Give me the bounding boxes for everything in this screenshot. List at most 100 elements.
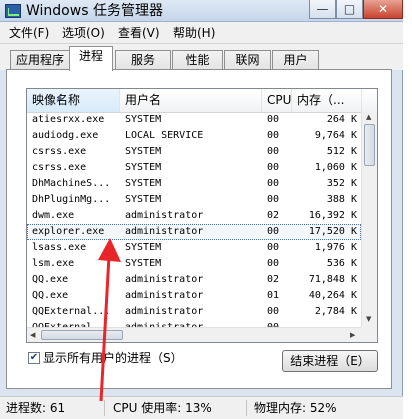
status-divider — [246, 400, 247, 416]
process-name: DhPluginMg... — [32, 194, 111, 205]
menu-file[interactable]: 文件(F) — [9, 25, 49, 41]
process-user: SYSTEM — [125, 258, 162, 269]
maximize-button[interactable]: □ — [336, 0, 363, 19]
process-user: administrator — [125, 210, 204, 221]
scroll-left-icon[interactable]: ◀ — [30, 331, 35, 339]
process-user: SYSTEM — [125, 178, 162, 189]
process-user: SYSTEM — [125, 146, 162, 157]
process-memory: 17,520 K — [308, 226, 357, 237]
process-name: QQ.exe — [32, 274, 69, 285]
process-row[interactable]: QQExternal...administrator00... — [27, 320, 361, 327]
process-name: DhMachineS... — [32, 178, 111, 189]
process-rows: atiesrxx.exe SYSTEM 00 264 K audiodg.exe LOCA… — [27, 112, 361, 327]
status-physical-memory: 物理内存: 52% — [254, 401, 337, 415]
column-header-cpu[interactable]: CPU — [262, 89, 292, 112]
process-user: administrator — [125, 290, 204, 301]
horizontal-scroll-thumb[interactable] — [41, 330, 123, 340]
process-row[interactable]: explorer.exe administrator 00 17,520 K — [27, 224, 361, 240]
menu-options[interactable]: 选项(O) — [62, 25, 105, 41]
minimize-button[interactable]: — — [309, 0, 336, 19]
sort-indicator-icon: ▲ — [57, 93, 63, 101]
process-row[interactable]: csrss.exe SYSTEM 00 512 K — [27, 144, 361, 160]
vertical-scroll-thumb[interactable] — [364, 124, 375, 166]
process-user: SYSTEM — [125, 162, 162, 173]
window-title: Windows 任务管理器 — [26, 3, 163, 19]
process-cpu: 00 — [267, 226, 280, 237]
process-name: audiodg.exe — [32, 130, 99, 141]
status-cpu-usage: CPU 使用率: 13% — [113, 401, 212, 415]
process-row[interactable]: lsass.exe SYSTEM 00 1,976 K — [27, 240, 361, 256]
process-name: csrss.exe — [32, 162, 87, 173]
process-row[interactable]: csrss.exe SYSTEM 00 1,060 K — [27, 160, 361, 176]
horizontal-scrollbar[interactable]: ◀ ▶ — [27, 327, 361, 342]
status-divider — [104, 400, 105, 416]
process-list[interactable]: ▲ 映像名称 用户名 CPU 内存（... atiesrxx.exe SYSTEM… — [26, 88, 378, 343]
tab-services[interactable]: 服务 — [115, 50, 171, 70]
process-name: QQExternal... — [32, 320, 122, 327]
menu-view[interactable]: 查看(V) — [118, 25, 160, 41]
process-cpu: 00 — [267, 114, 280, 125]
vertical-scrollbar[interactable]: ▲ ▼ — [361, 112, 377, 327]
tab-performance[interactable]: 性能 — [172, 50, 223, 70]
tab-processes[interactable]: 进程 — [69, 46, 113, 71]
scroll-down-icon[interactable]: ▼ — [366, 315, 371, 323]
process-memory: 352 K — [326, 178, 357, 189]
scrollbar-corner — [361, 327, 377, 342]
process-row[interactable]: atiesrxx.exe SYSTEM 00 264 K — [27, 112, 361, 128]
process-user: administrator — [125, 320, 265, 327]
process-cpu: 00 — [267, 306, 280, 317]
close-button[interactable]: ✕ — [363, 0, 403, 19]
menu-bar: 文件(F) 选项(O) 查看(V) 帮助(H) — [0, 22, 403, 44]
show-all-users-checkbox[interactable]: ✔ — [28, 352, 40, 364]
process-name: lsass.exe — [32, 242, 87, 253]
scroll-up-icon[interactable]: ▲ — [366, 113, 371, 121]
process-cpu: 00 — [267, 162, 280, 173]
process-cpu: 00 — [267, 194, 280, 205]
process-row[interactable]: audiodg.exe LOCAL SERVICE 00 9,764 K — [27, 128, 361, 144]
process-cpu: 00 — [267, 130, 280, 141]
process-memory: 40,264 K — [308, 290, 357, 301]
column-header-memory[interactable]: 内存（... — [292, 89, 362, 112]
title-bar[interactable]: Windows 任务管理器 — □ ✕ — [0, 0, 403, 22]
column-header-user[interactable]: 用户名 — [120, 89, 262, 112]
process-user: administrator — [125, 274, 204, 285]
tab-networking[interactable]: 联网 — [224, 50, 271, 70]
tab-users[interactable]: 用户 — [272, 50, 319, 70]
process-name: QQExternal... — [32, 306, 111, 317]
tab-strip: 应用程序 进程 服务 性能 联网 用户 — [0, 44, 403, 71]
process-user: administrator — [125, 226, 204, 237]
column-header-image-name[interactable]: ▲ 映像名称 — [27, 89, 120, 112]
process-user: SYSTEM — [125, 242, 162, 253]
process-memory: 388 K — [326, 194, 357, 205]
show-all-users-label[interactable]: 显示所有用户的进程（S） — [43, 350, 183, 366]
process-memory: 2,784 K — [314, 306, 357, 317]
process-cpu: 00 — [267, 258, 280, 269]
process-cpu: 00 — [267, 178, 280, 189]
process-row[interactable]: DhMachineS... SYSTEM 00 352 K — [27, 176, 361, 192]
process-row[interactable]: QQExternal... administrator 00 2,784 K — [27, 304, 361, 320]
process-cpu: 00 — [267, 146, 280, 157]
process-name: dwm.exe — [32, 210, 75, 221]
process-name: explorer.exe — [32, 226, 105, 237]
process-row[interactable]: QQ.exe administrator 01 40,264 K — [27, 288, 361, 304]
tab-applications[interactable]: 应用程序 — [10, 50, 70, 70]
task-manager-icon — [5, 4, 21, 18]
process-name: QQ.exe — [32, 290, 69, 301]
process-row[interactable]: lsm.exe SYSTEM 00 536 K — [27, 256, 361, 272]
process-memory: 1,976 K — [314, 242, 357, 253]
list-header: ▲ 映像名称 用户名 CPU 内存（... — [27, 89, 377, 113]
process-memory: 536 K — [326, 258, 357, 269]
process-name: atiesrxx.exe — [32, 114, 105, 125]
process-cpu: 00 — [267, 242, 280, 253]
end-process-button[interactable]: 结束进程（E） — [282, 350, 378, 372]
process-row[interactable]: DhPluginMg... SYSTEM 00 388 K — [27, 192, 361, 208]
process-row[interactable]: QQ.exe administrator 02 71,848 K — [27, 272, 361, 288]
process-row[interactable]: dwm.exe administrator 02 16,392 K — [27, 208, 361, 224]
process-cpu: 02 — [267, 210, 280, 221]
scroll-right-icon[interactable]: ▶ — [350, 331, 355, 339]
process-user: LOCAL SERVICE — [125, 130, 204, 141]
process-user: SYSTEM — [125, 114, 162, 125]
menu-help[interactable]: 帮助(H) — [173, 25, 215, 41]
process-memory: 16,392 K — [308, 210, 357, 221]
window-controls: — □ ✕ — [309, 0, 403, 20]
